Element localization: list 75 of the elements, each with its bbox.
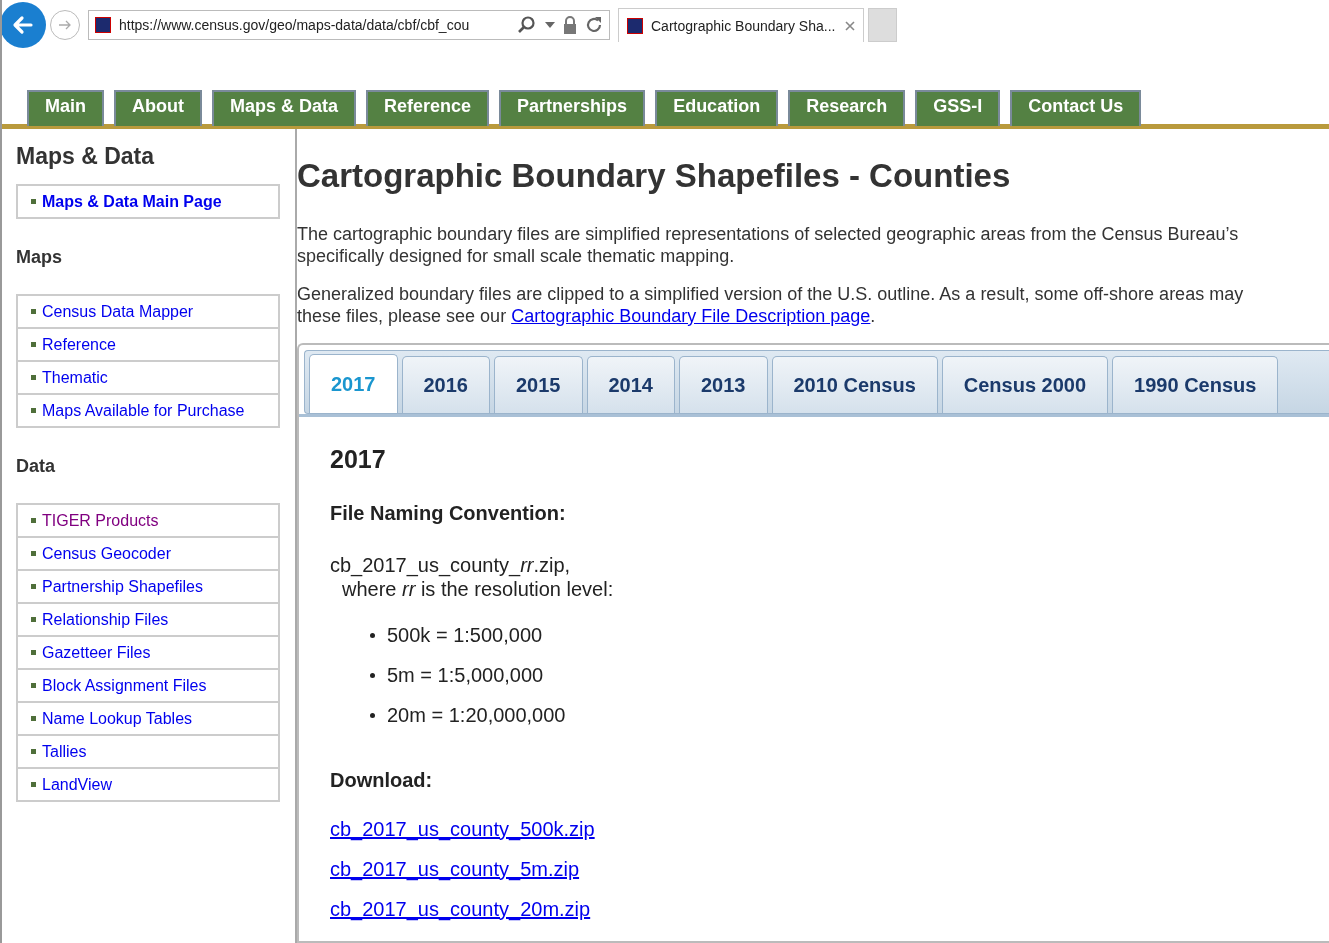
naming-pattern: cb_2017_us_county_rr.zip, xyxy=(330,553,572,577)
refresh-icon[interactable] xyxy=(585,16,603,34)
close-icon[interactable] xyxy=(845,20,855,31)
year-tab[interactable]: 2010 Census xyxy=(771,356,938,413)
year-tab[interactable]: 1990 Census xyxy=(1112,356,1279,413)
search-icon[interactable] xyxy=(517,15,537,35)
resolution-item: 20m = 1:20,000,000 xyxy=(387,703,566,727)
year-tab[interactable]: 2014 xyxy=(586,356,675,413)
sidebar-link[interactable]: TIGER Products xyxy=(42,511,159,530)
year-tab[interactable]: 2013 xyxy=(679,356,768,413)
bullet-icon xyxy=(370,672,375,678)
sidebar-link[interactable]: Census Geocoder xyxy=(42,544,171,563)
resolution-item: 5m = 1:5,000,000 xyxy=(387,663,544,687)
year-tab[interactable]: 2016 xyxy=(401,356,490,413)
site-icon xyxy=(627,17,643,34)
sidebar-link[interactable]: Relationship Files xyxy=(42,610,169,629)
page-title: Cartographic Boundary Shapefiles - Counties xyxy=(297,157,1012,195)
site-icon xyxy=(95,17,111,33)
sidebar-link[interactable]: Maps Available for Purchase xyxy=(42,401,245,420)
description-link[interactable]: Cartographic Boundary File Description page xyxy=(511,306,871,326)
sidebar-link[interactable]: Reference xyxy=(42,335,116,354)
section-heading: Download: xyxy=(330,769,434,792)
nav-tab[interactable]: Partnerships xyxy=(499,90,646,126)
bullet-icon xyxy=(31,683,36,688)
bullet-icon xyxy=(31,584,36,589)
nav-tab[interactable]: Main xyxy=(27,90,104,126)
bullet-icon xyxy=(31,617,36,622)
bullet-icon xyxy=(31,749,36,754)
year-tab[interactable]: Census 2000 xyxy=(941,356,1109,413)
sidebar-link[interactable]: Thematic xyxy=(42,368,108,387)
download-link[interactable]: cb_2017_us_county_20m.zip xyxy=(330,898,591,920)
bullet-icon xyxy=(31,782,36,787)
nav-tab[interactable]: GSS-I xyxy=(915,90,1001,126)
bullet-icon xyxy=(31,408,36,413)
nav-tab[interactable]: Education xyxy=(655,90,779,126)
sidebar-link[interactable]: Gazetteer Files xyxy=(42,643,151,662)
sidebar-link[interactable]: Partnership Shapefiles xyxy=(42,577,203,596)
bullet-icon xyxy=(370,632,375,638)
sidebar-link[interactable]: Block Assignment Files xyxy=(42,676,207,695)
download-link[interactable]: cb_2017_us_county_500k.zip xyxy=(330,818,595,840)
intro-paragraph: Generalized boundary files are clipped to a simplified version of the U.S. outline. As a result, some off-shore areas may these files, please see our Cartographic Boundary File Description page. xyxy=(297,283,1245,327)
year-tab[interactable]: 2015 xyxy=(494,356,583,413)
bullet-icon xyxy=(31,309,36,314)
bullet-icon xyxy=(31,551,36,556)
sidebar-link[interactable]: Census Data Mapper xyxy=(42,302,194,321)
naming-note: where rr is the resolution level: xyxy=(342,577,615,601)
dropdown-icon[interactable] xyxy=(545,22,555,28)
resolution-item: 500k = 1:500,000 xyxy=(387,623,543,647)
nav-tab[interactable]: Research xyxy=(788,90,906,126)
bullet-icon xyxy=(31,199,36,204)
section-heading: File Naming Convention: xyxy=(330,502,567,525)
sidebar-title: Maps & Data xyxy=(16,143,156,170)
nav-tab[interactable]: About xyxy=(114,90,202,126)
back-arrow-icon xyxy=(11,13,35,37)
sidebar-link[interactable]: Name Lookup Tables xyxy=(42,709,193,728)
bullet-icon xyxy=(31,650,36,655)
nav-tab[interactable]: Maps & Data xyxy=(212,90,357,126)
bullet-icon xyxy=(31,375,36,380)
browser-tab[interactable]: Cartographic Boundary Sha... xyxy=(618,8,864,42)
sidebar-link[interactable]: Tallies xyxy=(42,742,87,761)
sidebar-heading: Maps xyxy=(16,247,63,268)
lock-icon xyxy=(563,16,577,34)
bullet-icon xyxy=(31,342,36,347)
nav-tab[interactable]: Contact Us xyxy=(1010,90,1142,126)
panel-heading: 2017 xyxy=(330,445,387,474)
sidebar-link[interactable]: LandView xyxy=(42,775,112,794)
sidebar-heading: Data xyxy=(16,456,56,477)
bullet-icon xyxy=(31,518,36,523)
address-bar[interactable]: https://www.census.gov/geo/maps-data/data/cbf/cbf_cou xyxy=(88,10,610,40)
intro-paragraph: The cartographic boundary files are simplified representations of selected geographic areas from the Census Bureau’s specifically designed for small scale thematic mapping. xyxy=(297,223,1240,267)
bullet-icon xyxy=(370,712,375,718)
nav-tab[interactable]: Reference xyxy=(366,90,490,126)
bullet-icon xyxy=(31,716,36,721)
back-button[interactable] xyxy=(2,2,46,48)
download-link[interactable]: cb_2017_us_county_5m.zip xyxy=(330,858,580,880)
